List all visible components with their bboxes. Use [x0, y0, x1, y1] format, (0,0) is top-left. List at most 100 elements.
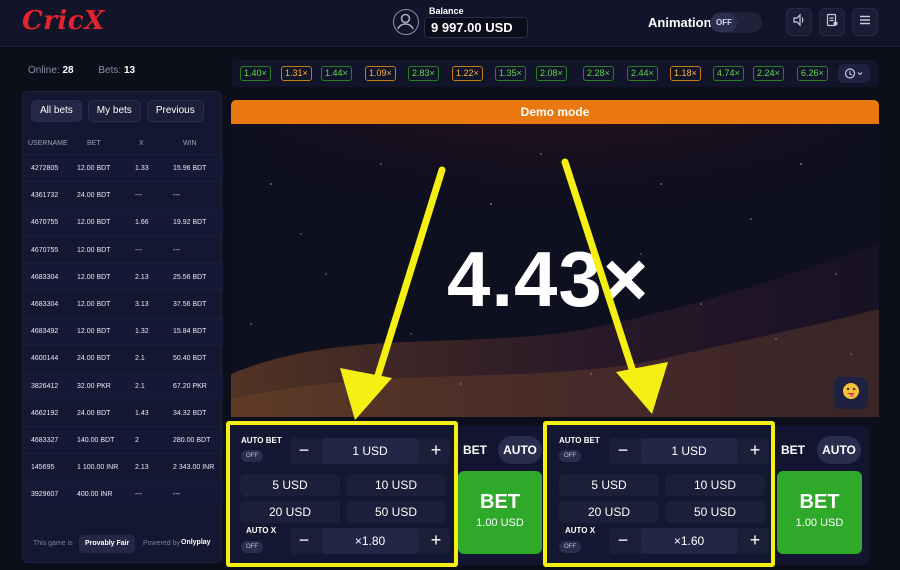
auto-x-minus-button-1[interactable]: − — [292, 528, 316, 554]
amount-input-1[interactable]: 1 USD — [322, 438, 418, 464]
cell-win: --- — [173, 192, 180, 200]
table-row: 4272805 12.00 BDT 1.33 15.96 BDT — [23, 154, 223, 182]
bet-button-1[interactable]: BET 1.00 USD — [458, 471, 542, 554]
auto-x-label-2: AUTO X — [565, 526, 596, 535]
history-button[interactable] — [838, 64, 870, 83]
panel-footer: This game is Provably Fair Powered by On… — [31, 534, 215, 554]
cell-bet: 32.00 PKR — [77, 382, 111, 390]
history-chip[interactable]: 2.24× — [753, 66, 784, 81]
rules-button[interactable] — [819, 8, 845, 36]
animation-toggle[interactable]: OFF — [710, 12, 762, 33]
cell-x: 2.1 — [135, 355, 145, 363]
cell-bet: 12.00 BDT — [77, 165, 111, 172]
history-chip[interactable]: 1.40× — [240, 66, 271, 81]
bet-button-2[interactable]: BET 1.00 USD — [777, 471, 862, 554]
auto-x-minus-button-2[interactable]: − — [611, 528, 635, 554]
quick-amount-1d[interactable]: 50 USD — [346, 501, 446, 523]
quick-amount-1a[interactable]: 5 USD — [240, 474, 340, 496]
cell-win: 37.56 BDT — [173, 300, 207, 308]
cell-x: 2.13 — [135, 464, 149, 472]
cell-username: 4670755 — [31, 219, 59, 227]
mode-auto-tab-1[interactable]: AUTO — [498, 436, 542, 464]
auto-x-input-1[interactable]: ×1.80 — [322, 528, 418, 554]
bets-table-header: USERNAME BET X WIN — [23, 132, 223, 154]
quick-amount-1c[interactable]: 20 USD — [240, 501, 340, 523]
amount-input-2[interactable]: 1 USD — [641, 438, 737, 464]
auto-x-toggle-1[interactable]: OFF — [241, 541, 263, 553]
bets-count: 13 — [123, 65, 136, 76]
emoji-button[interactable] — [834, 377, 868, 409]
cell-username: 4600144 — [31, 355, 59, 363]
cell-x: --- — [135, 491, 142, 499]
sound-button[interactable] — [786, 8, 812, 36]
history-chip[interactable]: 1.22× — [452, 66, 483, 81]
animation-toggle-state: OFF — [711, 13, 737, 32]
cell-bet: 1 100.00 INR — [77, 464, 119, 472]
animation-label: Animation — [648, 15, 712, 30]
cell-win: 19.92 BDT — [173, 219, 207, 227]
tab-all-bets[interactable]: All bets — [31, 100, 82, 122]
cell-x: 2.1 — [135, 382, 145, 390]
mode-bet-tab-2[interactable]: BET — [781, 443, 805, 457]
amount-plus-button-2[interactable]: + — [743, 438, 767, 464]
cell-win: 34.32 BDT — [173, 409, 207, 417]
quick-amount-2b[interactable]: 10 USD — [665, 474, 765, 496]
cell-bet: 400.00 INR — [77, 491, 113, 499]
provably-fair-button[interactable]: Provably Fair — [79, 535, 136, 553]
cell-username: 4662192 — [31, 409, 59, 417]
table-row: 145695 1 100.00 INR 2.13 2 343.00 INR — [23, 453, 223, 480]
balance-label: Balance — [429, 6, 464, 16]
tab-previous[interactable]: Previous — [146, 100, 204, 122]
demo-mode-bar: Demo mode — [231, 100, 879, 124]
auto-x-input-2[interactable]: ×1.60 — [641, 528, 737, 554]
menu-button[interactable] — [852, 8, 878, 36]
history-chip[interactable]: 2.08× — [536, 66, 567, 81]
auto-x-stepper-2: − ×1.60 + — [609, 528, 769, 554]
history-chip[interactable]: 4.74× — [713, 66, 744, 81]
quick-amount-2d[interactable]: 50 USD — [665, 501, 765, 523]
logo: CricX — [22, 6, 105, 36]
auto-bet-toggle-2[interactable]: OFF — [559, 450, 581, 462]
cell-x: 1.32 — [135, 328, 149, 336]
online-count: 28 — [62, 65, 74, 76]
amount-minus-button-1[interactable]: − — [292, 438, 316, 464]
history-chip[interactable]: 2.28× — [583, 66, 614, 81]
table-row: 4683304 12.00 BDT 3.13 37.56 BDT — [23, 289, 223, 317]
tab-my-bets[interactable]: My bets — [87, 100, 141, 122]
provably-prefix: This game is — [33, 540, 73, 547]
online-stats: Online: 28 Bets: 13 — [28, 65, 135, 76]
cell-x: 2.13 — [135, 273, 149, 281]
amount-minus-button-2[interactable]: − — [611, 438, 635, 464]
history-chip[interactable]: 1.09× — [365, 66, 396, 81]
history-chip[interactable]: 1.44× — [321, 66, 352, 81]
history-chip[interactable]: 2.44× — [627, 66, 658, 81]
cell-win: 2 343.00 INR — [173, 464, 215, 472]
amount-plus-button-1[interactable]: + — [424, 438, 448, 464]
cell-bet: 12.00 BDT — [77, 246, 111, 254]
current-multiplier: 4.43× — [447, 235, 650, 323]
auto-x-plus-button-1[interactable]: + — [424, 528, 448, 554]
cell-username: 4272805 — [31, 165, 59, 172]
cell-x: 1.43 — [135, 409, 149, 417]
history-chip[interactable]: 6.26× — [797, 66, 828, 81]
bet-button-amount-1: 1.00 USD — [476, 517, 524, 529]
user-icon[interactable] — [393, 9, 419, 35]
bets-panel: All bets My bets Previous USERNAME BET X… — [22, 91, 223, 563]
quick-amount-1b[interactable]: 10 USD — [346, 474, 446, 496]
mode-auto-tab-2[interactable]: AUTO — [817, 436, 861, 464]
history-chip[interactable]: 1.31× — [281, 66, 312, 81]
auto-x-toggle-2[interactable]: OFF — [559, 541, 581, 553]
auto-bet-label-1: AUTO BET — [241, 436, 282, 445]
auto-x-plus-button-2[interactable]: + — [743, 528, 767, 554]
quick-amount-2c[interactable]: 20 USD — [559, 501, 659, 523]
mode-bet-tab-1[interactable]: BET — [463, 443, 487, 457]
auto-bet-toggle-1[interactable]: OFF — [241, 450, 263, 462]
auto-x-label-1: AUTO X — [246, 526, 277, 535]
cell-username: 3929607 — [31, 491, 59, 499]
history-chip[interactable]: 1.35× — [495, 66, 526, 81]
history-chip[interactable]: 2.83× — [408, 66, 439, 81]
cell-win: 25.56 BDT — [173, 273, 207, 281]
quick-amount-2a[interactable]: 5 USD — [559, 474, 659, 496]
cell-bet: 12.00 BDT — [77, 300, 111, 308]
history-chip[interactable]: 1.18× — [670, 66, 701, 81]
